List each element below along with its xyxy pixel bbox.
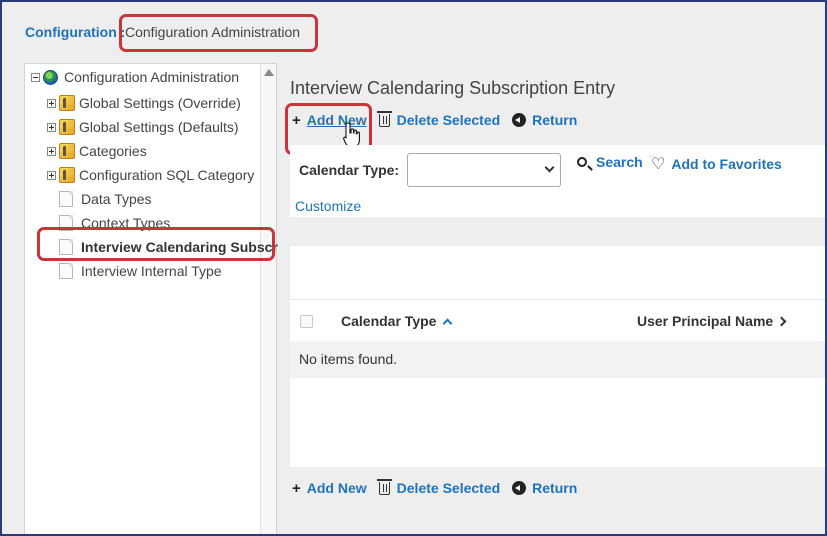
grid-header: Calendar Type User Principal Name (290, 299, 825, 341)
plus-icon: + (292, 479, 301, 497)
return-icon (512, 481, 527, 495)
calendar-type-select[interactable] (407, 153, 561, 187)
folder-icon (59, 119, 75, 135)
expand-icon[interactable] (47, 98, 56, 108)
tree-root[interactable]: Configuration Administration (31, 66, 239, 88)
expand-icon[interactable] (47, 146, 56, 156)
tree-scrollbar[interactable] (260, 64, 276, 534)
column-label: User Principal Name (637, 313, 774, 329)
trash-icon (376, 478, 392, 495)
sort-ascending-icon (442, 318, 453, 328)
search-label: Search (596, 154, 643, 170)
tree-item-global-settings-override[interactable]: Global Settings (Override) (47, 92, 241, 114)
empty-message: No items found. (290, 341, 825, 378)
delete-selected-label: Delete Selected (396, 112, 501, 128)
select-all-checkbox[interactable] (300, 315, 313, 328)
return-icon (512, 113, 527, 127)
collapse-icon[interactable] (31, 72, 40, 82)
return-label: Return (532, 112, 578, 128)
document-icon (59, 263, 73, 279)
return-button-bottom[interactable]: Return (512, 480, 577, 496)
folder-icon (59, 167, 75, 183)
search-button[interactable]: Search (577, 154, 643, 170)
tree-item-configuration-sql-category[interactable]: Configuration SQL Category (47, 164, 254, 186)
tree-item-data-types[interactable]: Data Types (25, 188, 152, 210)
expand-icon[interactable] (47, 170, 56, 180)
app-window: Configuration : Configuration Administra… (0, 0, 827, 536)
tree-item-categories[interactable]: Categories (47, 140, 147, 162)
column-label: Calendar Type (341, 313, 437, 329)
heart-icon: ♡ (651, 156, 666, 173)
breadcrumb-configuration-link[interactable]: Configuration : (25, 24, 125, 40)
page-title: Interview Calendaring Subscription Entry (290, 78, 616, 98)
highlight-breadcrumb (119, 14, 318, 52)
tree-item-label: Categories (79, 143, 147, 159)
trash-icon (376, 110, 392, 127)
search-icon (577, 157, 587, 167)
add-new-label: Add New (306, 480, 367, 496)
scroll-up-icon[interactable] (264, 69, 274, 76)
tree-item-label: Global Settings (Defaults) (79, 119, 239, 135)
tree-item-label: Interview Internal Type (81, 263, 222, 279)
delete-selected-label: Delete Selected (396, 480, 501, 496)
folder-icon (59, 143, 75, 159)
tree-item-label: Global Settings (Override) (79, 95, 241, 111)
column-header-user-principal-name[interactable]: User Principal Name (637, 313, 787, 329)
chevron-down-icon (544, 162, 555, 173)
return-label: Return (532, 480, 578, 496)
folder-icon (59, 95, 75, 111)
highlight-selected-tree-item (37, 227, 275, 261)
add-to-favorites-button[interactable]: ♡ Add to Favorites (651, 154, 782, 174)
delete-selected-button-bottom[interactable]: Delete Selected (376, 478, 501, 496)
column-header-calendar-type[interactable]: Calendar Type (341, 313, 453, 329)
bottom-toolbar: + Add New Delete Selected Return (292, 477, 589, 499)
add-to-favorites-label: Add to Favorites (671, 156, 782, 172)
chevron-right-icon (776, 316, 787, 326)
tree-item-label: Data Types (81, 191, 152, 207)
delete-selected-button[interactable]: Delete Selected (376, 110, 501, 128)
results-grid: Calendar Type User Principal Name No ite… (290, 246, 825, 467)
tree-item-global-settings-defaults[interactable]: Global Settings (Defaults) (47, 116, 239, 138)
calendar-type-label: Calendar Type: (299, 162, 400, 178)
tree-root-label: Configuration Administration (64, 69, 240, 85)
add-new-button-bottom[interactable]: + Add New (292, 480, 367, 497)
tree-item-interview-internal-type[interactable]: Interview Internal Type (25, 260, 222, 282)
navigation-tree: Configuration Administration Global Sett… (24, 63, 278, 534)
globe-icon (43, 69, 58, 85)
document-icon (59, 191, 73, 207)
tree-item-label: Configuration SQL Category (79, 167, 255, 183)
expand-icon[interactable] (47, 122, 56, 132)
customize-link[interactable]: Customize (295, 198, 361, 214)
return-button[interactable]: Return (512, 112, 577, 128)
filter-panel: Calendar Type: Search ♡ Add to Favorites… (290, 145, 825, 217)
